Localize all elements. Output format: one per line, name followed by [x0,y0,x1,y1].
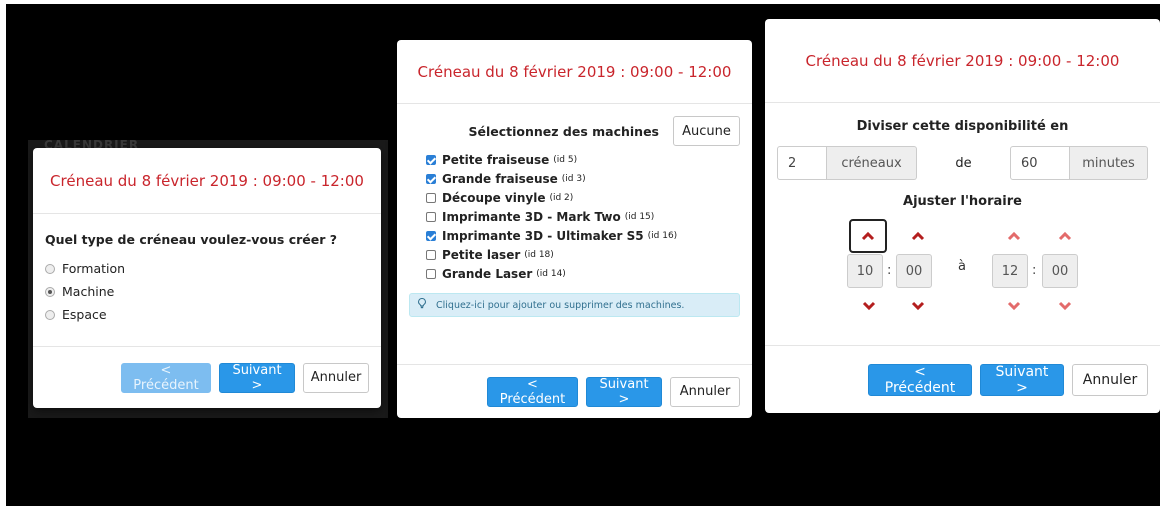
slot-type-question: Quel type de créneau voulez-vous créer ? [45,232,338,247]
radio-espace[interactable]: Espace [45,303,369,326]
modal-footer: < Précédent Suivant > Annuler [33,346,381,408]
cancel-button[interactable]: Annuler [670,376,740,407]
modal-body: Quel type de créneau voulez-vous créer ?… [33,214,381,326]
start-hours-down-chevron-icon[interactable] [859,299,879,313]
end-minutes-field[interactable]: 00 [1042,254,1078,288]
checkbox[interactable] [426,192,436,203]
checkbox[interactable] [426,268,436,279]
machine-name: Petite laser [442,247,521,262]
modal-header: Créneau du 8 février 2019 : 09:00 - 12:0… [397,40,752,104]
slots-unit: créneaux [827,146,917,180]
machine-id: (id 14) [536,268,566,279]
info-text: Cliquez-ici pour ajouter ou supprimer de… [436,299,685,311]
machine-item[interactable]: Petite laser (id 18) [426,245,752,264]
machine-item[interactable]: Grande Laser (id 14) [426,264,752,283]
previous-button[interactable]: < Précédent [487,376,578,407]
slots-input-group: 2 créneaux [777,146,917,180]
checkbox[interactable] [426,230,436,241]
radio-button[interactable] [45,309,55,320]
checkbox[interactable] [426,154,436,165]
next-button[interactable]: Suivant > [586,376,662,407]
machine-id: (id 15) [624,211,655,222]
machine-id: (id 2) [549,192,574,203]
start-minutes-field[interactable]: 00 [896,254,932,288]
machine-name: Imprimante 3D - Ultimaker S5 [442,228,644,243]
slots-input[interactable]: 2 [777,146,827,180]
previous-button[interactable]: < Précédent [121,362,211,393]
modal-title: Créneau du 8 février 2019 : 09:00 - 12:0… [805,51,1120,70]
end-minutes-up-chevron-icon[interactable] [1055,229,1075,243]
machine-id: (id 3) [561,173,586,184]
machine-name: Petite fraiseuse [442,152,550,167]
radio-button[interactable] [45,286,55,297]
split-title: Diviser cette disponibilité en [856,119,1069,134]
radio-label: Formation [62,261,126,276]
a-label: à [958,259,966,274]
machine-id: (id 16) [647,230,678,241]
previous-button[interactable]: < Précédent [868,363,972,396]
split-row: 2 créneaux de 60 minutes [765,146,1160,180]
machine-name: Grande Laser [442,266,533,281]
machine-name: Imprimante 3D - Mark Two [442,209,621,224]
modal-footer: < Précédent Suivant > Annuler [765,345,1160,413]
start-hours-field[interactable]: 10 [847,254,883,288]
minutes-input-group: 60 minutes [1010,146,1148,180]
checkbox[interactable] [426,211,436,222]
machine-item[interactable]: Petite fraiseuse (id 5) [426,150,752,169]
end-minutes-down-chevron-icon[interactable] [1055,299,1075,313]
adjust-title: Ajuster l'horaire [903,194,1022,209]
machine-name: Grande fraiseuse [442,171,558,186]
start-minutes-down-chevron-icon[interactable] [908,299,928,313]
modal-title: Créneau du 8 février 2019 : 09:00 - 12:0… [50,171,364,190]
none-button[interactable]: Aucune [673,116,740,146]
radio-machine[interactable]: Machine [45,280,369,303]
machine-item[interactable]: Découpe vinyle (id 2) [426,188,752,207]
de-label: de [955,155,972,171]
next-button[interactable]: Suivant > [980,363,1064,396]
end-hours-down-chevron-icon[interactable] [1004,299,1024,313]
checkbox[interactable] [426,249,436,260]
modal-title: Créneau du 8 février 2019 : 09:00 - 12:0… [417,62,732,81]
machine-id: (id 18) [524,249,554,260]
machine-id: (id 5) [553,154,578,165]
time-adjuster: 10 : 00 à 12 : 00 [765,219,1160,329]
machine-name: Découpe vinyle [442,190,546,205]
manage-machines-link[interactable]: Cliquez-ici pour ajouter ou supprimer de… [409,293,740,317]
machines-header-row: Sélectionnez des machines Aucune [397,104,752,146]
slot-type-modal: Créneau du 8 février 2019 : 09:00 - 12:0… [33,148,381,408]
start-minutes-up-chevron-icon[interactable] [908,229,928,243]
minutes-unit: minutes [1070,146,1148,180]
machine-item[interactable]: Grande fraiseuse (id 3) [426,169,752,188]
machine-item[interactable]: Imprimante 3D - Mark Two (id 15) [426,207,752,226]
radio-label: Machine [62,284,115,299]
machine-list: Petite fraiseuse (id 5) Grande fraiseuse… [397,146,752,283]
radio-label: Espace [62,307,107,322]
checkbox[interactable] [426,173,436,184]
split-modal: Créneau du 8 février 2019 : 09:00 - 12:0… [765,19,1160,413]
end-hours-up-chevron-icon[interactable] [1004,229,1024,243]
machines-modal: Créneau du 8 février 2019 : 09:00 - 12:0… [397,40,752,418]
minutes-input[interactable]: 60 [1010,146,1070,180]
lightbulb-icon [418,297,426,312]
select-machines-label: Sélectionnez des machines [468,123,660,139]
cancel-button[interactable]: Annuler [303,362,369,393]
machine-item[interactable]: Imprimante 3D - Ultimaker S5 (id 16) [426,226,752,245]
cancel-button[interactable]: Annuler [1072,363,1148,396]
radio-formation[interactable]: Formation [45,257,369,280]
next-button[interactable]: Suivant > [219,362,295,393]
start-hours-up-chevron-icon[interactable] [849,219,887,253]
time-separator: : [887,263,892,278]
end-hours-field[interactable]: 12 [992,254,1028,288]
radio-button[interactable] [45,263,55,274]
modal-header: Créneau du 8 février 2019 : 09:00 - 12:0… [33,148,381,214]
modal-footer: < Précédent Suivant > Annuler [397,364,752,418]
modal-header: Créneau du 8 février 2019 : 09:00 - 12:0… [765,19,1160,103]
time-separator: : [1032,263,1037,278]
